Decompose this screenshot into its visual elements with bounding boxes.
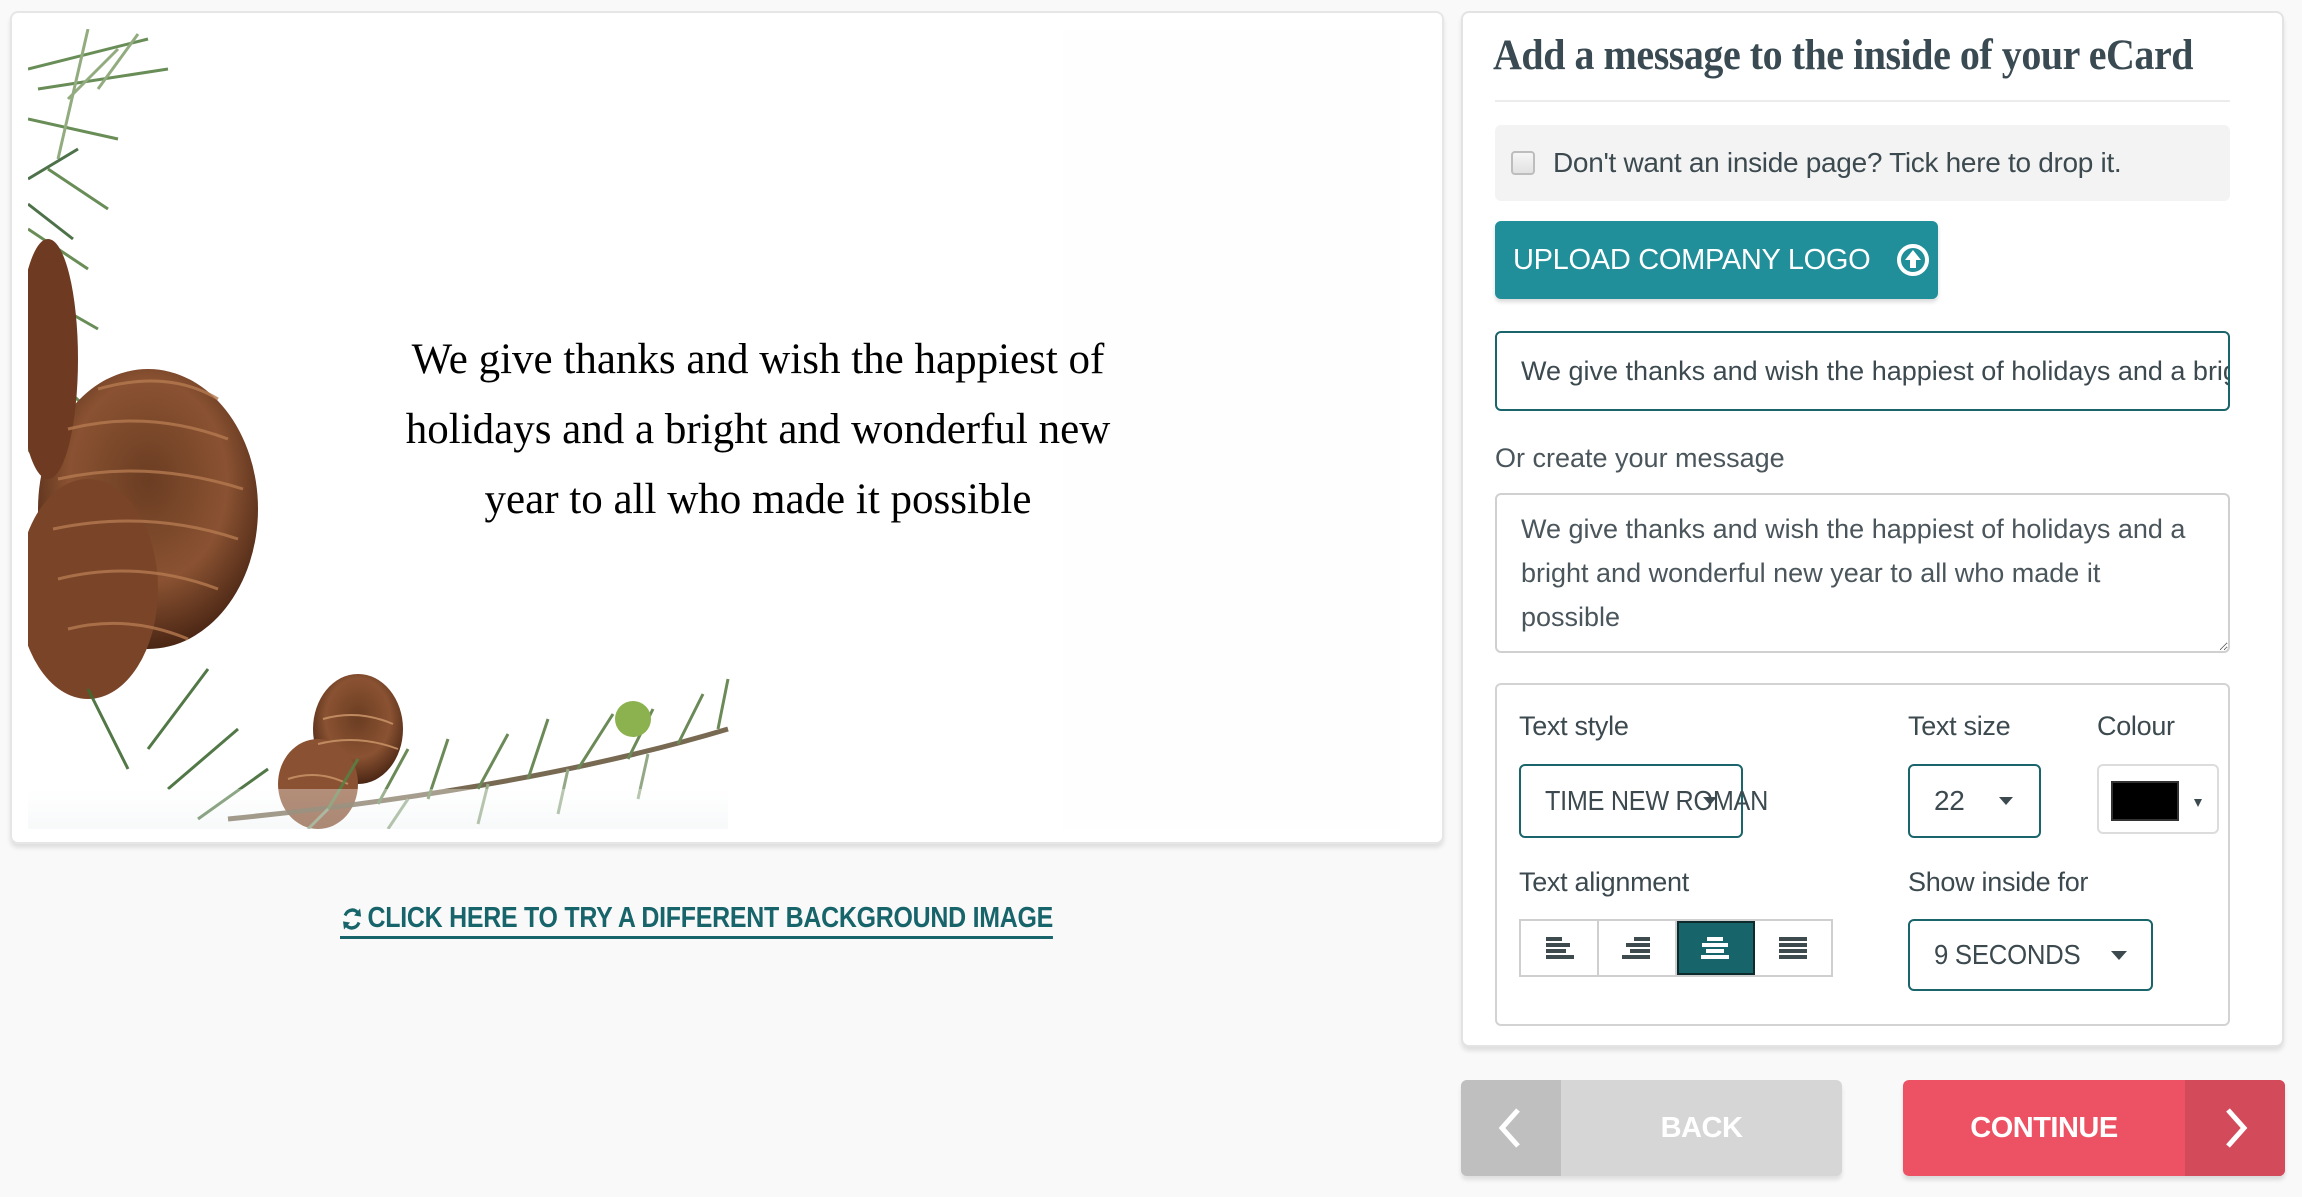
align-center-button[interactable] xyxy=(1677,921,1755,975)
change-background-link[interactable]: CLICK HERE TO TRY A DIFFERENT BACKGROUND… xyxy=(340,902,1053,939)
chevron-right-icon xyxy=(2226,1108,2248,1148)
card-message-text: We give thanks and wish the happiest of … xyxy=(405,336,1111,523)
panel-title: Add a message to the inside of your eCar… xyxy=(1493,32,2194,79)
align-justify-icon xyxy=(1779,937,1807,959)
card-canvas: We give thanks and wish the happiest of … xyxy=(28,29,1400,829)
colour-picker[interactable] xyxy=(2097,764,2219,834)
chevron-down-icon xyxy=(1703,797,1717,805)
preset-message-select[interactable]: We give thanks and wish the happiest of … xyxy=(1495,331,2230,411)
back-label: BACK xyxy=(1660,1111,1743,1144)
change-background-label: CLICK HERE TO TRY A DIFFERENT BACKGROUND… xyxy=(367,902,1054,934)
drop-inside-page-row[interactable]: Don't want an inside page? Tick here to … xyxy=(1495,125,2230,201)
text-alignment-group xyxy=(1519,919,1833,977)
text-alignment-label: Text alignment xyxy=(1519,867,1689,897)
back-arrow-segment xyxy=(1461,1080,1561,1176)
align-right-button[interactable] xyxy=(1599,921,1677,975)
upload-company-logo-button[interactable]: UPLOAD COMPANY LOGO xyxy=(1495,221,1938,299)
colour-label: Colour xyxy=(2097,711,2175,741)
refresh-icon xyxy=(343,907,362,930)
show-inside-for-value: 9 SECONDS xyxy=(1934,939,2081,970)
custom-message-textarea[interactable] xyxy=(1495,493,2230,653)
back-button[interactable]: BACK xyxy=(1461,1080,1842,1176)
text-size-label: Text size xyxy=(1908,711,2011,741)
text-style-select[interactable]: TIME NEW ROMAN xyxy=(1519,764,1768,838)
text-style-label: Text style xyxy=(1519,711,1629,741)
drop-inside-page-label: Don't want an inside page? Tick here to … xyxy=(1553,147,2122,178)
card-preview-panel: We give thanks and wish the happiest of … xyxy=(10,11,1444,844)
align-center-icon xyxy=(1701,937,1729,959)
continue-arrow-segment xyxy=(2185,1080,2285,1176)
chevron-down-icon xyxy=(2111,951,2127,960)
drop-inside-page-checkbox[interactable] xyxy=(1511,151,1535,175)
continue-label: CONTINUE xyxy=(1970,1111,2118,1144)
continue-button[interactable]: CONTINUE xyxy=(1903,1080,2285,1176)
colour-swatch xyxy=(2111,781,2179,821)
align-left-button[interactable] xyxy=(1521,921,1599,975)
show-inside-for-select[interactable]: 9 SECONDS xyxy=(1908,919,2153,991)
align-left-icon xyxy=(1546,937,1574,959)
text-style-value: TIME NEW ROMAN xyxy=(1545,785,1769,816)
upload-circle-icon xyxy=(1897,244,1930,276)
chevron-down-icon xyxy=(1999,797,2013,805)
text-options-box: Text style TIME NEW ROMAN Text size 22 C… xyxy=(1495,683,2230,1026)
show-inside-for-label: Show inside for xyxy=(1908,867,2089,897)
align-right-icon xyxy=(1622,937,1650,959)
chevron-down-icon xyxy=(2194,799,2202,807)
message-editor-panel: Add a message to the inside of your eCar… xyxy=(1461,11,2284,1047)
custom-message-label: Or create your message xyxy=(1495,443,1785,473)
title-divider xyxy=(1495,100,2230,102)
chevron-left-icon xyxy=(1498,1108,1520,1148)
upload-button-label: UPLOAD COMPANY LOGO xyxy=(1513,243,1871,276)
text-size-select[interactable]: 22 xyxy=(1908,764,2041,838)
align-justify-button[interactable] xyxy=(1755,921,1831,975)
text-size-value: 22 xyxy=(1934,785,1965,816)
